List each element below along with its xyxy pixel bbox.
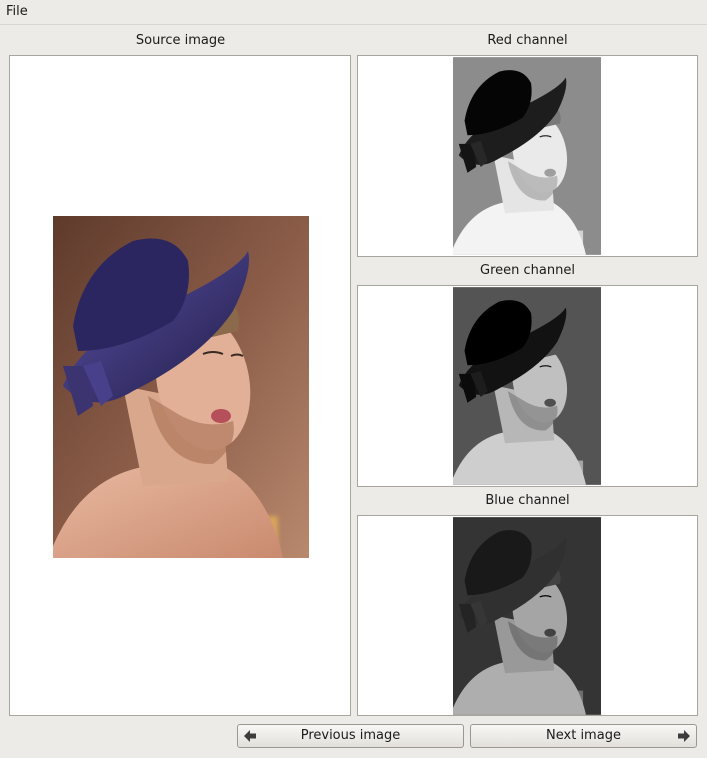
blue-channel-photo [453, 517, 601, 715]
red-channel-view [357, 55, 698, 257]
arrow-right-icon [678, 730, 690, 742]
source-photo [53, 216, 309, 558]
red-channel-photo [453, 57, 601, 255]
red-channel-label: Red channel [487, 33, 568, 48]
blue-channel-label: Blue channel [485, 493, 570, 508]
source-image-view [9, 55, 351, 716]
menu-file[interactable]: File [2, 2, 32, 22]
green-channel-view [357, 285, 698, 487]
menu-bar: File [0, 0, 707, 25]
previous-image-label: Previous image [300, 728, 401, 743]
source-image-label: Source image [135, 33, 226, 48]
previous-image-button[interactable]: Previous image [237, 724, 464, 748]
next-image-label: Next image [546, 728, 621, 743]
blue-channel-view [357, 515, 698, 716]
next-image-button[interactable]: Next image [470, 724, 697, 748]
arrow-left-icon [244, 730, 256, 742]
green-channel-label: Green channel [480, 263, 575, 278]
green-channel-photo [453, 287, 601, 485]
